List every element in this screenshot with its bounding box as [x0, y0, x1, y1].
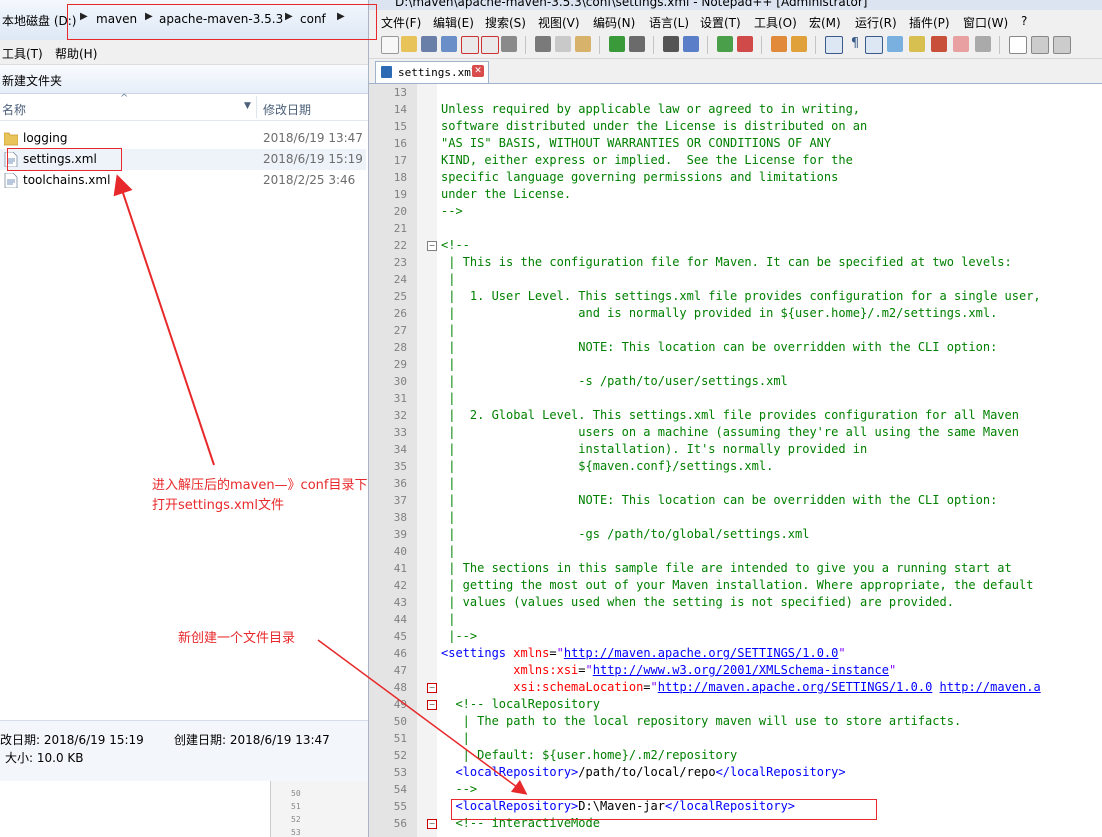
annotation-new-directory: 新创建一个文件目录	[178, 631, 296, 646]
annotation-open-settings: 进入解压后的maven—》conf目录下	[152, 478, 368, 493]
arrow-to-local-repo	[317, 639, 528, 795]
annotation-arrows	[113, 174, 528, 795]
arrow-to-settings-file	[113, 174, 215, 466]
annotation-open-settings-2: 打开settings.xml文件	[152, 498, 284, 513]
